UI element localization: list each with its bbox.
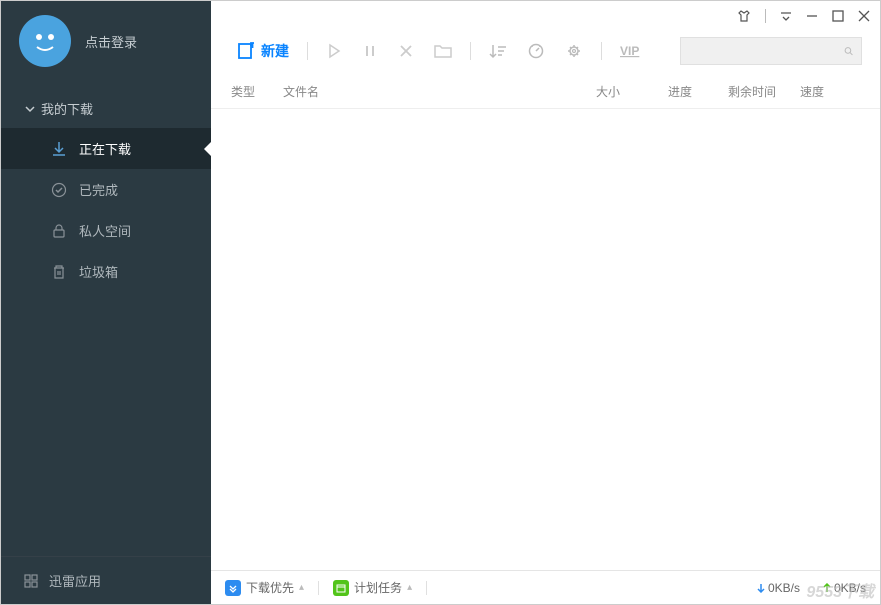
settings-button[interactable] (557, 39, 591, 63)
separator (426, 581, 427, 595)
nav-section-header[interactable]: 我的下载 (1, 89, 211, 128)
vip-button[interactable]: VIP (612, 39, 654, 63)
main-panel: 新建 VIP (211, 1, 880, 604)
col-speed[interactable]: 速度 (800, 83, 860, 100)
download-speed[interactable]: 0KB/s (756, 581, 800, 595)
gauge-icon (527, 43, 545, 59)
separator (307, 42, 308, 60)
vip-icon: VIP (620, 43, 646, 59)
titlebar (211, 1, 880, 31)
sidebar: 点击登录 我的下载 正在下载 已完成 私人空间 垃圾箱 迅雷应用 (1, 1, 211, 604)
separator (318, 581, 319, 595)
search-box[interactable] (680, 37, 862, 65)
maximize-icon[interactable] (832, 10, 844, 22)
separator (470, 42, 471, 60)
pause-icon (362, 43, 378, 59)
skin-icon[interactable] (737, 9, 751, 23)
chevron-icon: ▴ (299, 582, 304, 593)
download-priority-toggle[interactable]: 下载优先 ▴ (225, 579, 304, 596)
watermark: 9553下载 (806, 578, 874, 602)
apps-icon (23, 573, 39, 589)
sidebar-footer-label: 迅雷应用 (49, 571, 101, 590)
sidebar-footer-apps[interactable]: 迅雷应用 (1, 556, 211, 604)
search-icon (844, 43, 853, 59)
download-list (211, 109, 880, 570)
toolbar: 新建 VIP (211, 31, 880, 75)
search-input[interactable] (689, 44, 844, 58)
svg-text:VIP: VIP (620, 44, 639, 58)
sidebar-item-label: 垃圾箱 (79, 262, 118, 281)
start-button[interactable] (318, 39, 350, 63)
trash-icon (51, 264, 67, 280)
new-label: 新建 (261, 41, 289, 61)
sidebar-item-completed[interactable]: 已完成 (1, 169, 211, 210)
col-remaining[interactable]: 剩余时间 (728, 83, 800, 100)
sidebar-item-label: 私人空间 (79, 221, 131, 240)
schedule-badge-icon (333, 580, 349, 596)
profile-section: 点击登录 (1, 1, 211, 89)
avatar[interactable] (19, 15, 71, 67)
folder-icon (434, 43, 452, 59)
check-circle-icon (51, 182, 67, 198)
column-headers: 类型 文件名 大小 进度 剩余时间 速度 (211, 75, 880, 109)
new-task-button[interactable]: 新建 (229, 37, 297, 65)
pause-button[interactable] (354, 39, 386, 63)
col-type[interactable]: 类型 (231, 83, 283, 100)
lock-icon (51, 223, 67, 239)
separator (765, 9, 766, 23)
nav-section-label: 我的下载 (41, 99, 93, 118)
sort-icon (489, 43, 507, 59)
menu-icon[interactable] (780, 10, 792, 22)
sort-button[interactable] (481, 39, 515, 63)
play-icon (326, 43, 342, 59)
col-filename[interactable]: 文件名 (283, 83, 596, 100)
col-progress[interactable]: 进度 (668, 83, 728, 100)
gear-icon (565, 43, 583, 59)
priority-label: 下载优先 (246, 579, 294, 596)
login-link[interactable]: 点击登录 (85, 32, 137, 51)
speed-button[interactable] (519, 39, 553, 63)
chevron-icon: ▴ (407, 582, 412, 593)
sidebar-item-label: 已完成 (79, 180, 118, 199)
minimize-icon[interactable] (806, 10, 818, 22)
sidebar-item-trash[interactable]: 垃圾箱 (1, 251, 211, 292)
scheduled-tasks-toggle[interactable]: 计划任务 ▴ (333, 579, 412, 596)
close-icon[interactable] (858, 10, 870, 22)
schedule-label: 计划任务 (354, 579, 402, 596)
col-size[interactable]: 大小 (596, 83, 668, 100)
delete-button[interactable] (390, 39, 422, 63)
new-icon (237, 42, 255, 60)
statusbar: 下载优先 ▴ 计划任务 ▴ 0KB/s 0KB/s (211, 570, 880, 604)
download-icon (51, 141, 67, 157)
delete-icon (398, 43, 414, 59)
down-speed-value: 0KB/s (768, 581, 800, 595)
folder-button[interactable] (426, 39, 460, 63)
separator (601, 42, 602, 60)
arrow-down-icon (756, 583, 766, 593)
sidebar-item-label: 正在下载 (79, 139, 131, 158)
chevron-down-icon (25, 104, 35, 114)
sidebar-item-private[interactable]: 私人空间 (1, 210, 211, 251)
priority-badge-icon (225, 580, 241, 596)
sidebar-item-downloading[interactable]: 正在下载 (1, 128, 211, 169)
